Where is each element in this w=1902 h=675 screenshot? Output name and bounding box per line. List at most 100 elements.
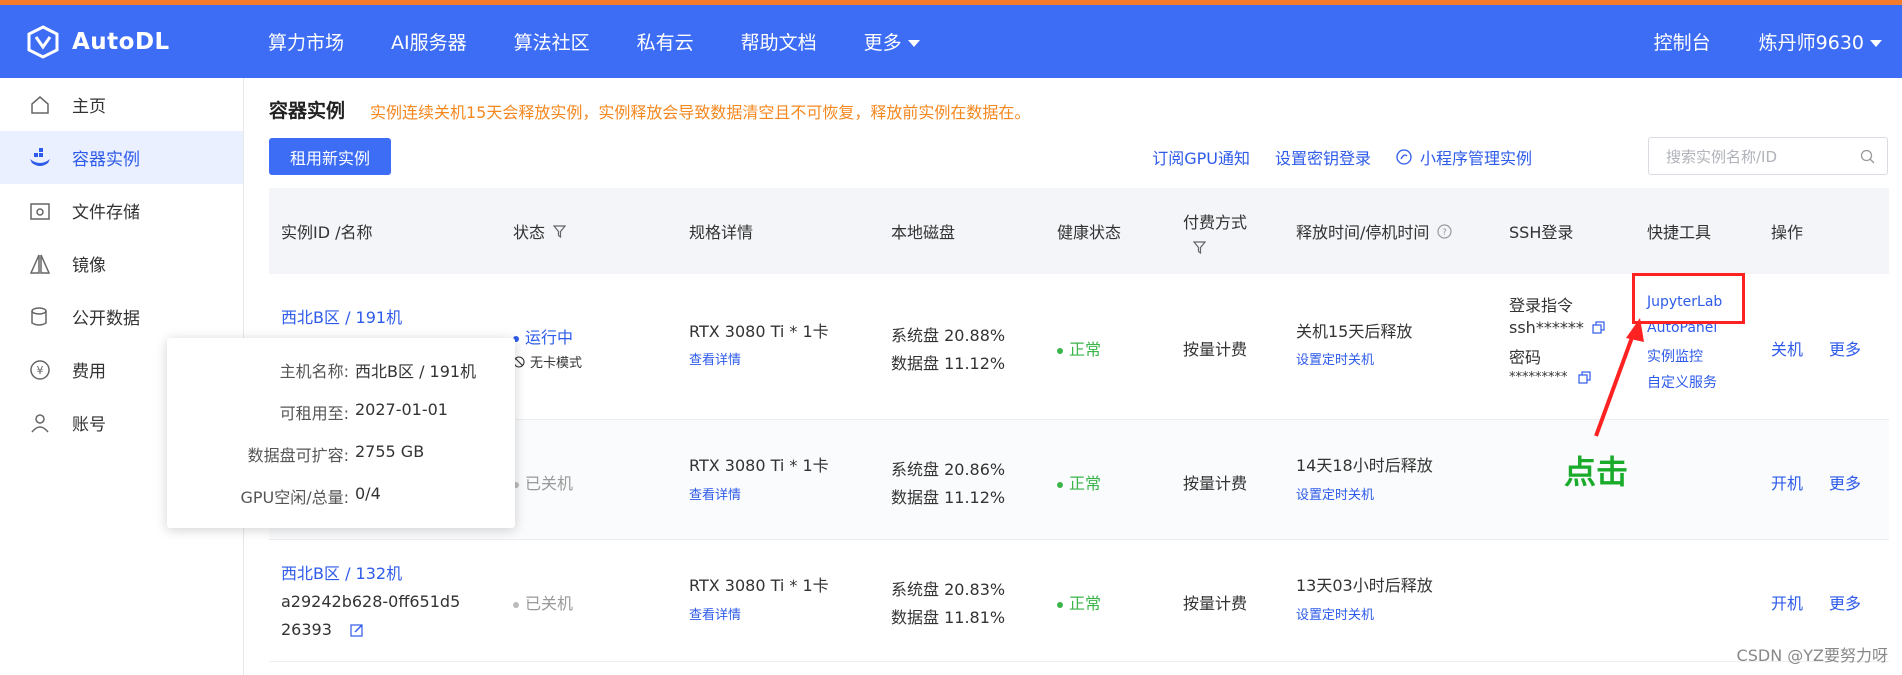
nav-item-more[interactable]: 更多: [864, 28, 920, 55]
console-link[interactable]: 控制台: [1654, 28, 1711, 55]
disk-data: 数据盘 11.81%: [891, 608, 1006, 627]
th-release: 释放时间/停机时间 ?: [1296, 188, 1453, 274]
status-label: 运行中: [525, 328, 574, 347]
sidebar-item-label: 镜像: [72, 256, 106, 276]
popover-label: 主机名称:: [279, 362, 349, 381]
th-ops: 操作: [1771, 223, 1804, 242]
more-button[interactable]: 更多: [1829, 336, 1861, 360]
shutdown-button[interactable]: 关机: [1771, 336, 1803, 360]
status-label: 已关机: [525, 474, 574, 493]
brand-logo[interactable]: AutoDL: [26, 25, 170, 59]
popover-value: 0/4: [355, 484, 381, 503]
miniprogram-manage-label: 小程序管理实例: [1419, 149, 1532, 168]
nav-item-market[interactable]: 算力市场: [268, 28, 344, 55]
set-key-login-link[interactable]: 设置密钥登录: [1275, 145, 1371, 169]
miniprogram-manage-link[interactable]: 小程序管理实例: [1396, 145, 1532, 169]
nav-item-community[interactable]: 算法社区: [514, 28, 590, 55]
watermark: CSDN @YZ要努力呀: [1736, 646, 1888, 665]
popover-row: GPU空闲/总量: 0/4: [167, 484, 515, 507]
sidebar-item-storage[interactable]: 文件存储: [0, 184, 243, 237]
disk-system: 系统盘 20.83%: [891, 580, 1006, 599]
popover-label: 数据盘可扩容:: [247, 446, 349, 465]
popover-label: GPU空闲/总量:: [240, 488, 349, 507]
status-label: 已关机: [525, 594, 574, 613]
set-shutdown-link[interactable]: 设置定时关机: [1296, 349, 1374, 368]
spec-detail-link[interactable]: 查看详情: [689, 484, 741, 503]
sidebar-item-home[interactable]: 主页: [0, 78, 243, 131]
th-health: 健康状态: [1057, 223, 1122, 242]
start-button[interactable]: 开机: [1771, 470, 1803, 494]
health-status: 正常: [1057, 470, 1101, 494]
top-navbar: AutoDL 算力市场 AI服务器 算法社区 私有云 帮助文档 更多 控制台 炼…: [0, 5, 1902, 78]
user-menu[interactable]: 炼丹师9630: [1759, 28, 1882, 55]
top-right-menu: 控制台 炼丹师9630: [1654, 5, 1882, 78]
search-input[interactable]: 搜索实例名称/ID: [1648, 137, 1888, 175]
filter-icon[interactable]: [1193, 240, 1206, 254]
popover-row: 可租用至: 2027-01-01: [167, 400, 515, 423]
th-disk: 本地磁盘: [891, 223, 956, 242]
release-time: 13天03小时后释放: [1296, 576, 1433, 595]
disk-data: 数据盘 11.12%: [891, 488, 1006, 507]
more-button[interactable]: 更多: [1829, 590, 1861, 614]
instance-id-line2: 26393: [281, 620, 364, 639]
sidebar-item-images[interactable]: 镜像: [0, 237, 243, 290]
pay-method: 按量计费: [1183, 594, 1248, 613]
pay-method: 按量计费: [1183, 474, 1248, 493]
autodl-logo-icon: [27, 25, 59, 59]
subscribe-gpu-link[interactable]: 订阅GPU通知: [1152, 145, 1250, 169]
instance-monitor-link[interactable]: 实例监控: [1647, 346, 1703, 366]
nav-item-docs[interactable]: 帮助文档: [741, 28, 817, 55]
help-icon[interactable]: ?: [1437, 223, 1453, 239]
health-dot: [1057, 601, 1063, 608]
health-label: 正常: [1069, 474, 1102, 493]
popover-value: 西北B区 / 191机: [355, 362, 477, 381]
database-icon: [28, 305, 52, 329]
svg-text:¥: ¥: [37, 364, 44, 377]
custom-service-link[interactable]: 自定义服务: [1647, 372, 1717, 392]
release-time: 关机15天后释放: [1296, 322, 1413, 341]
sidebar-item-label: 容器实例: [72, 150, 140, 170]
sidebar-item-label: 文件存储: [72, 203, 140, 223]
release-time: 14天18小时后释放: [1296, 456, 1433, 475]
edit-icon[interactable]: [350, 623, 364, 637]
chevron-down-icon: [907, 40, 920, 47]
th-pay[interactable]: 付费方式: [1183, 188, 1247, 274]
popover-row: 主机名称: 西北B区 / 191机: [167, 358, 515, 381]
status-stopped: 已关机: [513, 470, 573, 494]
instance-name-link[interactable]: 西北B区 / 132机: [281, 560, 402, 584]
nav-item-private-cloud[interactable]: 私有云: [637, 28, 694, 55]
instance-id-line1: a29242b628-0ff651d5: [281, 592, 461, 611]
home-icon: [28, 93, 52, 117]
nav-more-label: 更多: [863, 32, 902, 54]
set-shutdown-link[interactable]: 设置定时关机: [1296, 604, 1374, 623]
instance-name-link[interactable]: 西北B区 / 191机: [281, 304, 402, 328]
set-shutdown-link[interactable]: 设置定时关机: [1296, 484, 1374, 503]
th-status-label: 状态: [513, 223, 546, 242]
search-icon[interactable]: [1860, 149, 1875, 164]
disk-data: 数据盘 11.12%: [891, 354, 1006, 373]
ssh-pwd: *********: [1509, 370, 1591, 385]
storage-icon: [28, 199, 52, 223]
start-button[interactable]: 开机: [1771, 590, 1803, 614]
copy-icon[interactable]: [1577, 371, 1591, 384]
miniprogram-icon: [1396, 149, 1412, 165]
spec-detail-link[interactable]: 查看详情: [689, 604, 741, 623]
sidebar-item-public-data[interactable]: 公开数据: [0, 290, 243, 343]
popover-row: 数据盘可扩容: 2755 GB: [167, 442, 515, 465]
ssh-cmd-label: 登录指令: [1509, 296, 1574, 315]
sidebar-item-label: 公开数据: [72, 309, 140, 329]
highlight-box: [1632, 273, 1745, 324]
popover-label: 可租用至:: [279, 404, 349, 423]
status-running: 运行中: [513, 324, 573, 348]
spec-detail-link[interactable]: 查看详情: [689, 349, 741, 368]
table-header: 实例ID /名称 状态 规格详情 本地磁盘 健康状态 付费方式 释放时间/停机时…: [269, 188, 1889, 274]
filter-icon[interactable]: [553, 224, 567, 238]
sidebar-item-containers[interactable]: 容器实例: [0, 131, 243, 184]
chevron-down-icon: [1870, 40, 1882, 47]
rent-new-instance-button[interactable]: 租用新实例: [269, 138, 391, 175]
image-icon: [28, 252, 52, 276]
spec-text: RTX 3080 Ti * 1卡: [689, 322, 829, 341]
th-status[interactable]: 状态: [513, 188, 567, 274]
nav-item-ai-server[interactable]: AI服务器: [391, 28, 467, 55]
more-button[interactable]: 更多: [1829, 470, 1861, 494]
